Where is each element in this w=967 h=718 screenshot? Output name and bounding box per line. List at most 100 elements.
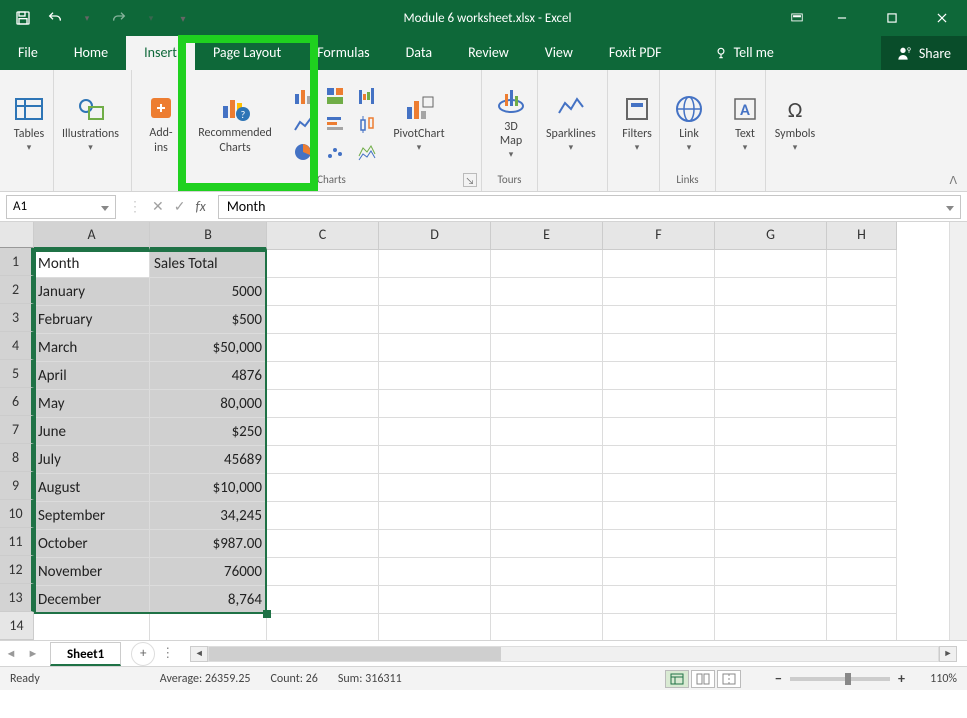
cell-A5[interactable]: April [34,362,150,390]
filters-button[interactable]: Filters ▾ [612,81,662,167]
cell-B7[interactable]: $250 [150,418,267,446]
cell-H7[interactable] [827,418,897,446]
tables-button[interactable]: Tables ▾ [4,81,54,167]
new-sheet-button[interactable]: + [131,642,155,666]
cell-D7[interactable] [379,418,491,446]
cell-A8[interactable]: July [34,446,150,474]
row-header-2[interactable]: 2 [0,276,34,304]
cell-B11[interactable]: $987.00 [150,530,267,558]
select-all-corner[interactable] [0,222,34,248]
cell-H13[interactable] [827,586,897,614]
cell-C14[interactable] [267,614,379,640]
cell-G11[interactable] [715,530,827,558]
cell-B9[interactable]: $10,000 [150,474,267,502]
cell-G5[interactable] [715,362,827,390]
charts-dialog-launcher[interactable]: ↘ [463,173,477,187]
cell-D14[interactable] [379,614,491,640]
row-header-5[interactable]: 5 [0,360,34,388]
cell-F9[interactable] [603,474,715,502]
cell-C6[interactable] [267,390,379,418]
column-header-H[interactable]: H [827,222,897,250]
undo-dropdown-icon[interactable]: ▾ [72,3,102,33]
hierarchy-chart-icon[interactable] [320,83,350,109]
cell-H8[interactable] [827,446,897,474]
sparklines-button[interactable]: Sparklines ▾ [542,81,600,167]
cell-C5[interactable] [267,362,379,390]
zoom-out-button[interactable]: − [775,670,782,687]
cell-A13[interactable]: December [34,586,150,614]
row-header-6[interactable]: 6 [0,388,34,416]
cell-H6[interactable] [827,390,897,418]
horizontal-scrollbar[interactable]: ◄ ► [190,646,957,662]
cell-E4[interactable] [491,334,603,362]
tab-view[interactable]: View [527,36,591,70]
cell-E11[interactable] [491,530,603,558]
3d-map-button[interactable]: 3D Map ▾ [486,81,536,167]
scroll-left-icon[interactable]: ◄ [190,646,208,662]
cell-F4[interactable] [603,334,715,362]
collapse-ribbon-icon[interactable]: ᐱ [949,174,957,187]
cell-A3[interactable]: February [34,306,150,334]
row-header-3[interactable]: 3 [0,304,34,332]
cell-H10[interactable] [827,502,897,530]
cell-A7[interactable]: June [34,418,150,446]
cell-D2[interactable] [379,278,491,306]
cell-B10[interactable]: 34,245 [150,502,267,530]
cell-F14[interactable] [603,614,715,640]
zoom-in-button[interactable]: + [898,670,905,687]
save-icon[interactable] [8,3,38,33]
row-header-7[interactable]: 7 [0,416,34,444]
cell-A12[interactable]: November [34,558,150,586]
cell-C9[interactable] [267,474,379,502]
row-header-1[interactable]: 1 [0,248,34,276]
undo-icon[interactable] [40,3,70,33]
cell-E3[interactable] [491,306,603,334]
waterfall-chart-icon[interactable] [352,83,382,109]
surface-chart-icon[interactable] [352,139,382,165]
cell-B3[interactable]: $500 [150,306,267,334]
cell-A11[interactable]: October [34,530,150,558]
cell-D1[interactable] [379,250,491,278]
cell-E12[interactable] [491,558,603,586]
tell-me-search[interactable]: Tell me [696,36,792,70]
column-header-D[interactable]: D [379,222,491,250]
column-header-G[interactable]: G [715,222,827,250]
column-header-A[interactable]: A [34,222,150,250]
minimize-button[interactable] [817,0,867,36]
cell-C12[interactable] [267,558,379,586]
cell-F3[interactable] [603,306,715,334]
cell-G4[interactable] [715,334,827,362]
cell-C11[interactable] [267,530,379,558]
name-box[interactable]: A1 [6,195,116,219]
cell-B5[interactable]: 4876 [150,362,267,390]
cell-F5[interactable] [603,362,715,390]
cell-H3[interactable] [827,306,897,334]
cell-E9[interactable] [491,474,603,502]
illustrations-button[interactable]: Illustrations ▾ [58,81,123,167]
cell-A2[interactable]: January [34,278,150,306]
cell-C8[interactable] [267,446,379,474]
symbols-button[interactable]: Ω Symbols ▾ [770,81,820,167]
cell-G3[interactable] [715,306,827,334]
cell-F1[interactable] [603,250,715,278]
row-header-14[interactable]: 14 [0,612,34,640]
cell-F11[interactable] [603,530,715,558]
cell-G7[interactable] [715,418,827,446]
cell-D6[interactable] [379,390,491,418]
cell-E7[interactable] [491,418,603,446]
column-header-B[interactable]: B [150,222,267,250]
cell-C2[interactable] [267,278,379,306]
column-header-E[interactable]: E [491,222,603,250]
cell-G1[interactable] [715,250,827,278]
cell-D9[interactable] [379,474,491,502]
row-header-10[interactable]: 10 [0,500,34,528]
cell-A9[interactable]: August [34,474,150,502]
formula-input[interactable]: Month [218,195,961,219]
cell-B14[interactable] [150,614,267,640]
cell-E5[interactable] [491,362,603,390]
bar-chart-icon[interactable] [320,111,350,137]
cell-D8[interactable] [379,446,491,474]
cell-F2[interactable] [603,278,715,306]
link-button[interactable]: Link ▾ [664,81,714,167]
view-page-break-icon[interactable] [717,670,741,688]
